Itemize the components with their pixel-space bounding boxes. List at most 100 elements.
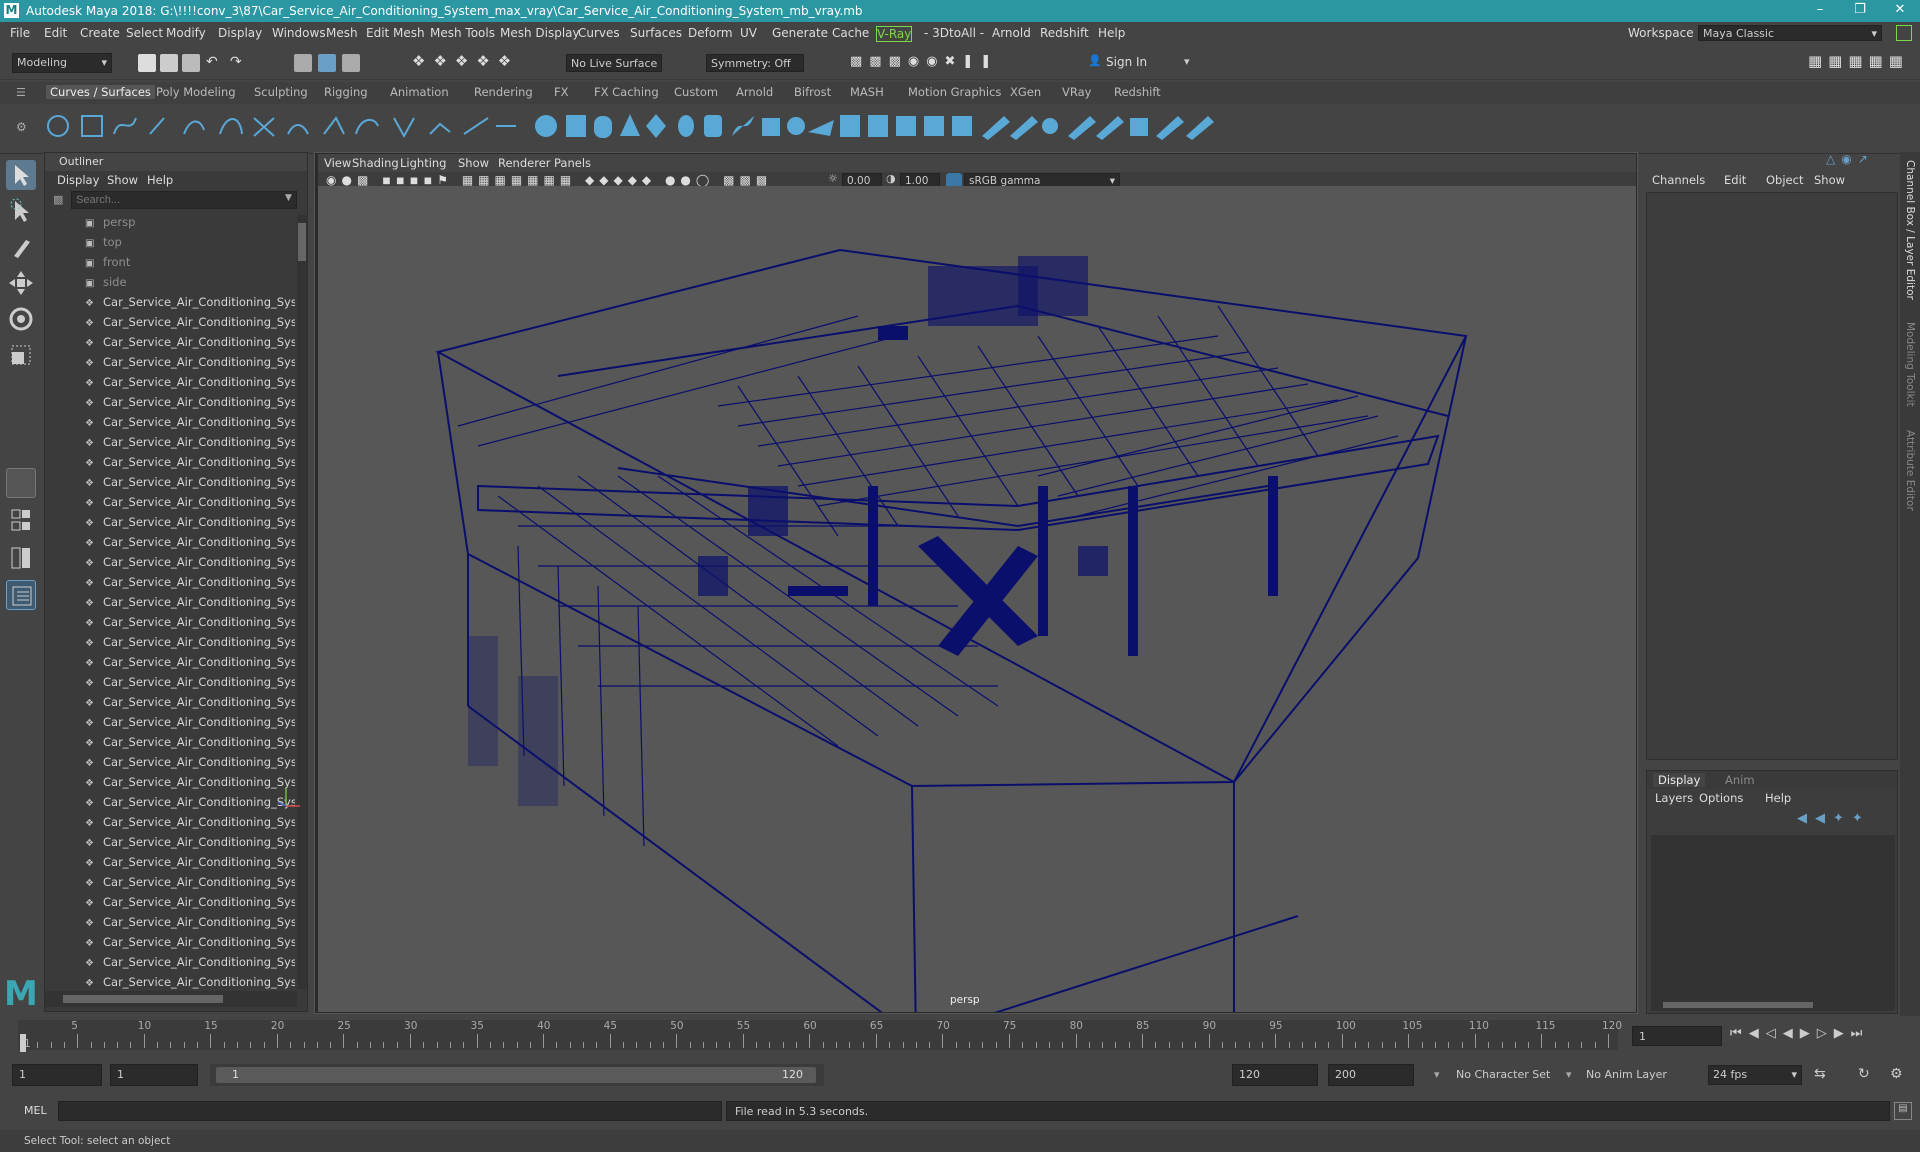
outliner-hscrollbar[interactable]: [45, 991, 297, 1007]
select-tool-icon[interactable]: [6, 160, 36, 190]
outliner-item[interactable]: ❖ Car_Service_Air_Conditioning_System: [85, 795, 295, 815]
outliner-item[interactable]: ❖ Car_Service_Air_Conditioning_System: [85, 815, 295, 835]
viewport-menu-renderer[interactable]: Renderer: [498, 156, 551, 170]
viewport-menu-shading[interactable]: Shading: [352, 156, 399, 170]
menu-help[interactable]: Help: [1098, 26, 1125, 40]
new-scene-icon[interactable]: [138, 54, 156, 72]
layer-menu-help[interactable]: Help: [1765, 791, 1791, 805]
menu-cache[interactable]: Cache: [832, 26, 869, 40]
layer-list[interactable]: [1651, 835, 1895, 999]
paint-select-icon[interactable]: [6, 232, 36, 262]
undo-icon[interactable]: ↶: [206, 54, 218, 70]
rotate-tool-icon[interactable]: [6, 304, 36, 334]
outliner-item[interactable]: ❖ Car_Service_Air_Conditioning_System: [85, 975, 295, 989]
layer-hscrollbar[interactable]: [1651, 999, 1895, 1011]
outliner-item[interactable]: ❖ Car_Service_Air_Conditioning_System: [85, 735, 295, 755]
shelf-tab-rendering[interactable]: Rendering: [474, 85, 533, 99]
menu-mesh[interactable]: Mesh: [326, 26, 358, 40]
menu-file[interactable]: File: [10, 26, 30, 40]
outliner-item[interactable]: ❖ Car_Service_Air_Conditioning_System: [85, 935, 295, 955]
menu-select[interactable]: Select: [126, 26, 163, 40]
single-view-icon[interactable]: [6, 468, 36, 498]
outliner-item[interactable]: ❖ Car_Service_Air_Conditioning_System: [85, 315, 295, 335]
outliner-item[interactable]: ❖ Car_Service_Air_Conditioning_System: [85, 895, 295, 915]
shelf-tab-arnold[interactable]: Arnold: [736, 85, 773, 99]
menu-windows[interactable]: Windows: [272, 26, 326, 40]
outliner-item[interactable]: ❖ Car_Service_Air_Conditioning_System: [85, 535, 295, 555]
menu-uv[interactable]: UV: [740, 26, 757, 40]
menu-redshift[interactable]: Redshift: [1040, 26, 1089, 40]
sign-in-button[interactable]: Sign In: [1106, 55, 1147, 69]
outliner-item[interactable]: ❖ Car_Service_Air_Conditioning_System: [85, 335, 295, 355]
auto-key-icon[interactable]: ↻: [1858, 1066, 1870, 1082]
panel-layout-icons[interactable]: ▦▦▦▦▦: [1808, 52, 1909, 70]
menu-display[interactable]: Display: [218, 26, 262, 40]
chevron-down-icon[interactable]: ▾: [1434, 1068, 1440, 1081]
workspace-dropdown[interactable]: Maya Classic ▾: [1698, 25, 1882, 41]
menu-modify[interactable]: Modify: [166, 26, 206, 40]
anim-prefs-icon[interactable]: ⚙: [1890, 1066, 1903, 1082]
outliner-item[interactable]: ❖ Car_Service_Air_Conditioning_System: [85, 855, 295, 875]
3d-viewport[interactable]: persp: [277, 186, 1636, 1040]
shelf-tab-custom[interactable]: Custom: [674, 85, 718, 99]
outliner-scrollbar[interactable]: [297, 215, 307, 989]
menu-3dtoall[interactable]: - 3DtoAll -: [924, 26, 984, 40]
shelf-tab-curves-surfaces[interactable]: Curves / Surfaces: [46, 85, 155, 99]
anim-start-field[interactable]: 1: [12, 1064, 102, 1086]
layer-tab-anim[interactable]: Anim: [1725, 773, 1755, 787]
playhead[interactable]: [20, 1034, 26, 1052]
outliner-item[interactable]: ❖ Car_Service_Air_Conditioning_System: [85, 675, 295, 695]
viewport-menu-view[interactable]: View: [324, 156, 351, 170]
outliner-item[interactable]: ❖ Car_Service_Air_Conditioning_System: [85, 755, 295, 775]
open-scene-icon[interactable]: [160, 54, 178, 72]
fps-dropdown[interactable]: 24 fps ▾: [1708, 1065, 1802, 1085]
current-frame-field[interactable]: 1: [1632, 1026, 1722, 1046]
script-editor-icon[interactable]: ▤: [1894, 1102, 1912, 1120]
close-icon[interactable]: ✕: [1880, 0, 1920, 22]
range-slider[interactable]: 1 120: [210, 1064, 824, 1086]
menu-surfaces[interactable]: Surfaces: [630, 26, 682, 40]
outliner-item[interactable]: ❖ Car_Service_Air_Conditioning_System: [85, 555, 295, 575]
lock-icon[interactable]: [1896, 25, 1912, 41]
outliner-item[interactable]: ❖ Car_Service_Air_Conditioning_System: [85, 695, 295, 715]
viewport-menu-show[interactable]: Show: [458, 156, 489, 170]
outliner-item[interactable]: ❖ Car_Service_Air_Conditioning_System: [85, 295, 295, 315]
layer-action-icons[interactable]: ◀◀✦✦: [1797, 811, 1871, 826]
shelf-tab-redshift[interactable]: Redshift: [1114, 85, 1161, 99]
outliner-camera-top[interactable]: ▣ top: [85, 235, 122, 255]
outliner-item[interactable]: ❖ Car_Service_Air_Conditioning_System: [85, 575, 295, 595]
playback-start-field[interactable]: 1: [110, 1064, 198, 1086]
channel-box[interactable]: [1646, 192, 1898, 760]
channelbox-menu-channels[interactable]: Channels: [1652, 173, 1705, 187]
outliner-item[interactable]: ❖ Car_Service_Air_Conditioning_System: [85, 515, 295, 535]
command-input[interactable]: [58, 1101, 722, 1121]
minimize-icon[interactable]: –: [1800, 0, 1840, 22]
viewport-tool-icons[interactable]: ◉●▩ ◾◾◾◾⚑ ▦▦▦▦▦▦▦ ◆◆◆◆◆ ●●◯ ▩▩▩: [326, 173, 772, 187]
outliner-item[interactable]: ❖ Car_Service_Air_Conditioning_System: [85, 835, 295, 855]
outliner-item[interactable]: ❖ Car_Service_Air_Conditioning_System: [85, 635, 295, 655]
outliner-item[interactable]: ❖ Car_Service_Air_Conditioning_System: [85, 715, 295, 735]
viewport-menu-panels[interactable]: Panels: [554, 156, 591, 170]
menu-arnold[interactable]: Arnold: [992, 26, 1031, 40]
live-surface-field[interactable]: No Live Surface: [566, 54, 662, 72]
shelf-tab-poly-modeling[interactable]: Poly Modeling: [156, 85, 236, 99]
anim-end-field[interactable]: 200: [1328, 1064, 1414, 1086]
channelbox-menu-show[interactable]: Show: [1814, 173, 1845, 187]
restore-icon[interactable]: ❐: [1840, 0, 1880, 22]
outliner-item[interactable]: ❖ Car_Service_Air_Conditioning_System: [85, 775, 295, 795]
shelf-tab-xgen[interactable]: XGen: [1010, 85, 1041, 99]
outliner-item[interactable]: ❖ Car_Service_Air_Conditioning_System: [85, 475, 295, 495]
shelf-menu-icon[interactable]: ☰: [16, 86, 26, 99]
outliner-item[interactable]: ❖ Car_Service_Air_Conditioning_System: [85, 655, 295, 675]
outliner-item[interactable]: ❖ Car_Service_Air_Conditioning_System: [85, 435, 295, 455]
script-language-label[interactable]: MEL: [24, 1104, 47, 1117]
outliner-item[interactable]: ❖ Car_Service_Air_Conditioning_System: [85, 495, 295, 515]
shelf-tab-motion-graphics[interactable]: Motion Graphics: [908, 85, 1001, 99]
menu-mesh-display[interactable]: Mesh Display: [500, 26, 580, 40]
shelf-tab-bifrost[interactable]: Bifrost: [794, 85, 831, 99]
outliner-item[interactable]: ❖ Car_Service_Air_Conditioning_System: [85, 595, 295, 615]
two-view-icon[interactable]: [6, 544, 36, 574]
viewport-menu-lighting[interactable]: Lighting: [400, 156, 446, 170]
chevron-down-icon[interactable]: ▾: [1184, 55, 1190, 68]
shelf-tab-fx-caching[interactable]: FX Caching: [594, 85, 659, 99]
